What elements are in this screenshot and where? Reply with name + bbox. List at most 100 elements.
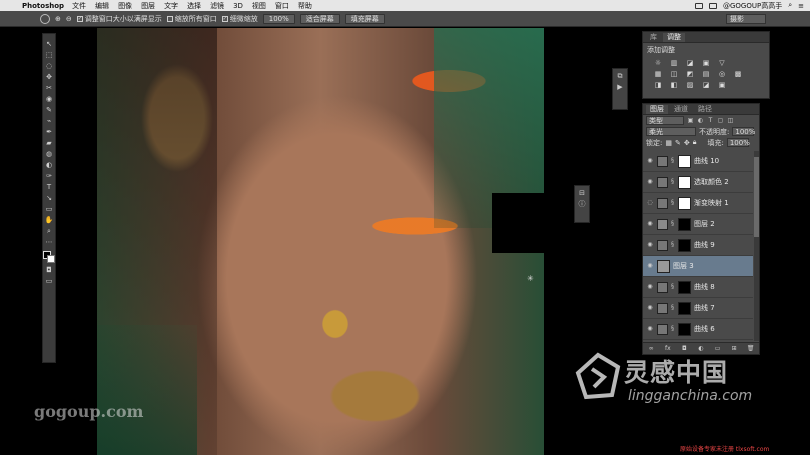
gradient-tool-icon[interactable]: ◍ [45, 150, 54, 158]
vibrance-icon[interactable]: ▽ [717, 59, 727, 67]
info-panel-icon[interactable]: ⓘ [578, 200, 587, 208]
invert-icon[interactable]: ◨ [653, 81, 663, 89]
eye-icon[interactable]: ◉ [646, 179, 654, 185]
pen-tool-icon[interactable]: ✑ [45, 172, 54, 180]
layer-row[interactable]: ◉ § 曲线 9 [643, 235, 753, 256]
search-icon[interactable]: ⌕ [788, 1, 792, 10]
tab-layers[interactable]: 图层 [646, 105, 668, 114]
menu-3d[interactable]: 3D [233, 2, 243, 10]
menu-window[interactable]: 窗口 [275, 1, 289, 11]
scrollbar-thumb[interactable] [754, 157, 759, 237]
lock-transparent-icon[interactable]: ▦ [665, 139, 672, 147]
history-panel-icon[interactable]: ⧉ [616, 72, 625, 80]
eye-icon[interactable]: ◉ [646, 326, 654, 332]
tab-adjustments[interactable]: 调整 [663, 33, 685, 42]
menu-file[interactable]: 文件 [72, 1, 86, 11]
menu-image[interactable]: 图像 [118, 1, 132, 11]
opacity-field[interactable]: 100% [732, 127, 755, 136]
eraser-tool-icon[interactable]: ▰ [45, 139, 54, 147]
layer-row[interactable]: ◉ § 曲线 7 [643, 298, 753, 319]
eye-icon[interactable]: ◉ [646, 305, 654, 311]
actions-panel-icon[interactable]: ▶ [616, 83, 625, 91]
layer-row[interactable]: ◉ § 曲线 8 [643, 277, 753, 298]
quick-select-tool-icon[interactable]: ✥ [45, 73, 54, 81]
layer-row[interactable]: ◉ § 图层 2 [643, 214, 753, 235]
menu-type[interactable]: 文字 [164, 1, 178, 11]
channel-mixer-icon[interactable]: ◎ [717, 70, 727, 78]
type-filter-icon[interactable]: T [707, 117, 714, 124]
color-balance-icon[interactable]: ◫ [669, 70, 679, 78]
properties-panel-icon[interactable]: ⊟ [578, 189, 587, 197]
shape-filter-icon[interactable]: ▢ [717, 117, 724, 124]
levels-icon[interactable]: ▥ [669, 59, 679, 67]
menu-select[interactable]: 选择 [187, 1, 201, 11]
lock-image-icon[interactable]: ✎ [675, 139, 681, 147]
layer-mask-thumb[interactable] [678, 238, 691, 252]
clone-stamp-tool-icon[interactable]: ✒ [45, 128, 54, 136]
tab-channels[interactable]: 通道 [670, 105, 692, 114]
layer-row[interactable]: ◉ § 曲线 6 [643, 319, 753, 340]
wifi-icon[interactable] [708, 2, 717, 9]
move-tool-icon[interactable]: ↖ [45, 40, 54, 48]
layer-row[interactable]: ◌ § 渐变映射 1 [643, 193, 753, 214]
path-select-tool-icon[interactable]: ↘ [45, 194, 54, 202]
layer-mask-thumb[interactable] [678, 280, 691, 294]
eye-icon[interactable]: ◉ [646, 158, 654, 164]
layer-row[interactable]: ◉ § 曲线 10 [643, 151, 753, 172]
brush-tool-icon[interactable]: ⌁ [45, 117, 54, 125]
threshold-icon[interactable]: ▨ [685, 81, 695, 89]
type-tool-icon[interactable]: T [45, 183, 54, 191]
eye-icon[interactable]: ◉ [646, 263, 654, 269]
layer-row[interactable]: ◉ § 选取颜色 2 [643, 172, 753, 193]
eye-icon[interactable]: ◌ [646, 200, 654, 206]
rectangle-tool-icon[interactable]: ▭ [45, 205, 54, 213]
menu-edit[interactable]: 编辑 [95, 1, 109, 11]
layer-mask-thumb[interactable] [678, 196, 691, 210]
fill-screen-button[interactable]: 填充屏幕 [344, 13, 385, 24]
zoom-tool-icon[interactable]: ⌕ [45, 227, 54, 235]
photo-filter-icon[interactable]: ▤ [701, 70, 711, 78]
zoom-all-checkbox[interactable]: 缩放所有窗口 [166, 14, 217, 24]
quick-mask-icon[interactable]: ◘ [45, 266, 54, 274]
hue-saturation-icon[interactable]: ▦ [653, 70, 663, 78]
eye-icon[interactable]: ◉ [646, 242, 654, 248]
menu-layer[interactable]: 图层 [141, 1, 155, 11]
list-icon[interactable]: ≡ [798, 2, 804, 10]
healing-tool-icon[interactable]: ✎ [45, 106, 54, 114]
scrubby-zoom-checkbox[interactable]: ✓ 细微缩放 [221, 14, 258, 24]
fill-field[interactable]: 100% [726, 138, 750, 147]
color-swatches[interactable] [43, 251, 55, 263]
lock-position-icon[interactable]: ✥ [684, 139, 690, 147]
tab-paths[interactable]: 路径 [694, 105, 716, 114]
selective-color-icon[interactable]: ▣ [717, 81, 727, 89]
brightness-icon[interactable]: ☼ [653, 59, 663, 67]
curves-icon[interactable]: ◪ [685, 59, 695, 67]
layer-mask-thumb[interactable] [678, 217, 691, 231]
resize-windows-checkbox[interactable]: ✓ 调整窗口大小以满屏显示 [76, 14, 162, 24]
eye-icon[interactable]: ◉ [646, 221, 654, 227]
zoom-in-icon[interactable]: ⊕ [55, 15, 61, 23]
lasso-tool-icon[interactable]: ◌ [45, 62, 54, 70]
menu-filter[interactable]: 滤镜 [210, 1, 224, 11]
battery-icon[interactable] [694, 2, 703, 9]
workspace-select[interactable]: 摄影 [726, 14, 766, 24]
user-name[interactable]: @GOGOUP高高手 [723, 1, 782, 11]
color-lookup-icon[interactable]: ▩ [733, 70, 743, 78]
menu-help[interactable]: 帮助 [298, 1, 312, 11]
layer-row-selected[interactable]: ◉ 图层 3 [643, 256, 753, 277]
app-menu[interactable]: Photoshop [22, 2, 64, 10]
zoom-out-icon[interactable]: ⊖ [66, 15, 72, 23]
exposure-icon[interactable]: ▣ [701, 59, 711, 67]
gradient-map-icon[interactable]: ◪ [701, 81, 711, 89]
zoom-100-button[interactable]: 100% [262, 13, 295, 24]
layer-mask-thumb[interactable] [678, 322, 691, 336]
smart-filter-icon[interactable]: ◫ [727, 117, 734, 124]
crop-tool-icon[interactable]: ✂ [45, 84, 54, 92]
black-white-icon[interactable]: ◩ [685, 70, 695, 78]
pixel-filter-icon[interactable]: ▣ [687, 117, 694, 124]
document-canvas[interactable] [97, 28, 544, 455]
adjustment-filter-icon[interactable]: ◐ [697, 117, 704, 124]
screen-mode-icon[interactable]: ▭ [45, 277, 54, 285]
layer-mask-thumb[interactable] [678, 175, 691, 189]
zoom-tool-icon[interactable] [40, 13, 50, 24]
